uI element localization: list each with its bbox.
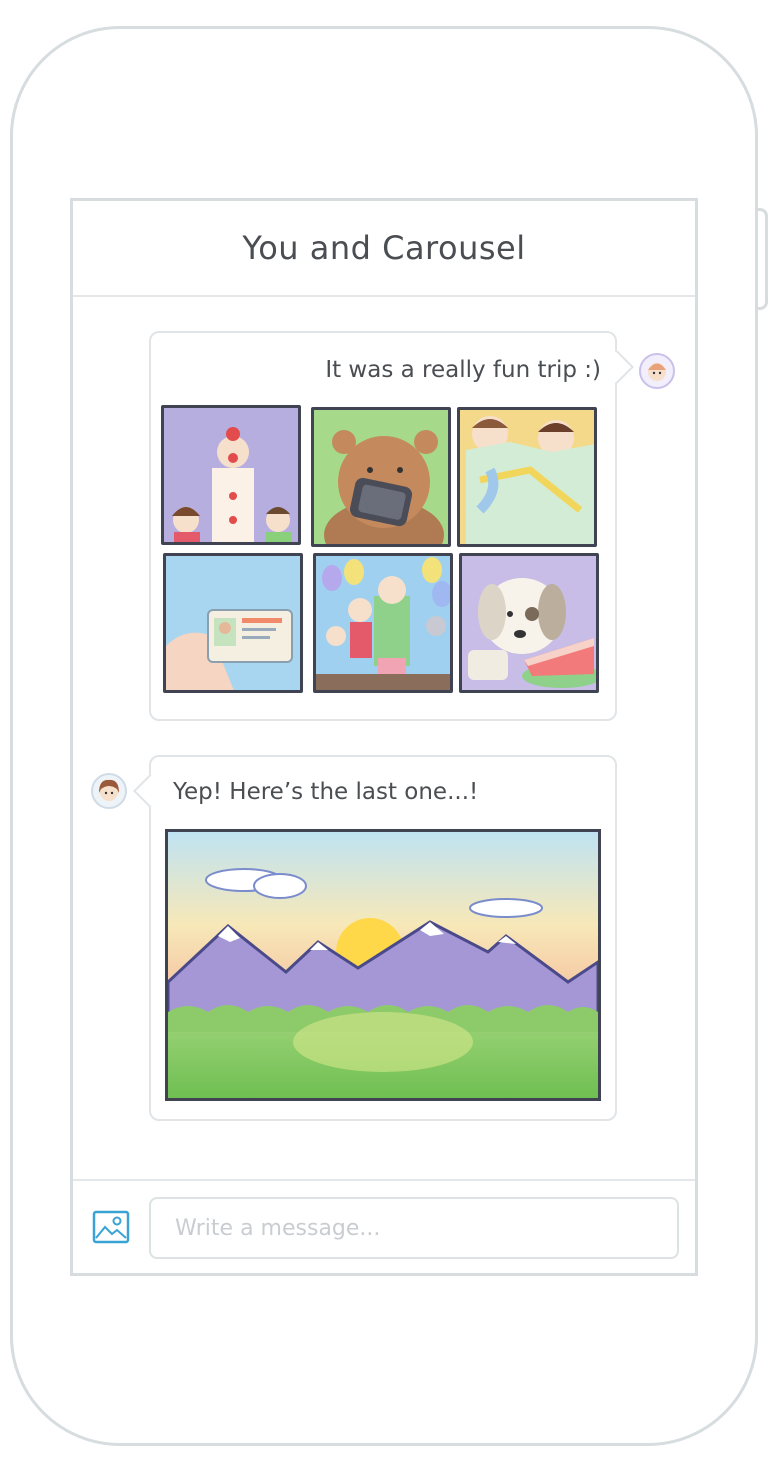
chat-title: You and Carousel xyxy=(242,229,526,267)
chat-screen: You and Carousel It was a really fun tri… xyxy=(70,198,698,1276)
birthday-party-photo[interactable] xyxy=(313,553,453,693)
id-card-photo[interactable] xyxy=(163,553,303,693)
outgoing-message-bubble: It was a really fun trip :) xyxy=(149,331,634,721)
image-icon[interactable] xyxy=(91,1207,131,1247)
message-text: Yep! Here’s the last one...! xyxy=(173,779,479,805)
bubble-tail xyxy=(133,774,167,808)
phone-side-button xyxy=(758,208,768,310)
chat-header: You and Carousel xyxy=(73,201,695,297)
bubble-tail xyxy=(600,350,634,384)
dog-cake-photo[interactable] xyxy=(459,553,599,693)
message-composer xyxy=(73,1179,695,1273)
contact-avatar[interactable] xyxy=(91,773,127,809)
map-photo[interactable] xyxy=(457,407,597,547)
incoming-message-bubble: Yep! Here’s the last one...! xyxy=(133,755,617,1121)
clown-photo[interactable] xyxy=(161,405,301,545)
mountain-sunset-photo[interactable] xyxy=(165,829,601,1101)
my-avatar[interactable] xyxy=(639,353,675,389)
bear-phone-photo[interactable] xyxy=(311,407,451,547)
message-input[interactable] xyxy=(149,1197,679,1259)
message-text: It was a really fun trip :) xyxy=(325,357,601,383)
